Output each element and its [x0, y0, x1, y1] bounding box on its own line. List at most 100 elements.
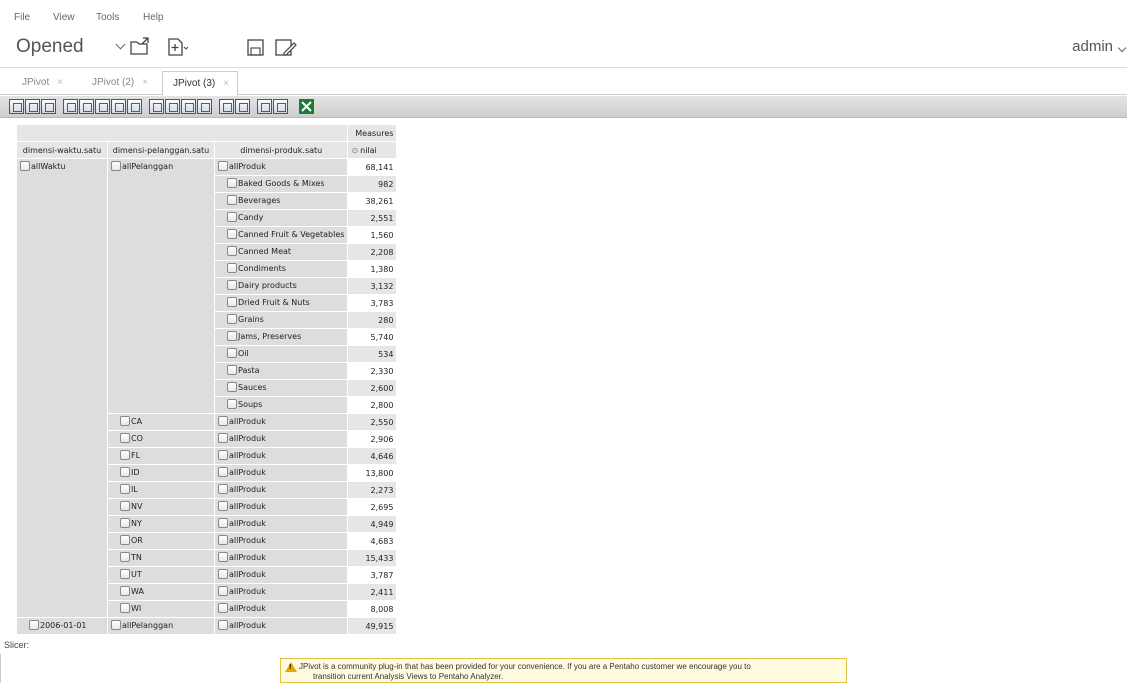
row-header-pelanggan[interactable]: allPelanggan — [108, 159, 214, 413]
row-header-produk[interactable]: allProduk — [215, 431, 348, 447]
row-header-produk[interactable]: Pasta — [215, 363, 348, 379]
menu-view[interactable]: View — [53, 12, 75, 23]
save-icon[interactable] — [245, 35, 267, 63]
row-header-produk[interactable]: Canned Meat — [215, 244, 348, 260]
expand-icon[interactable] — [218, 450, 228, 460]
expand-icon[interactable] — [120, 603, 130, 613]
row-header-produk[interactable]: Grains — [215, 312, 348, 328]
row-header-pelanggan[interactable]: allPelanggan — [108, 618, 214, 634]
expand-icon[interactable] — [218, 586, 228, 596]
expand-icon[interactable] — [227, 314, 237, 324]
expand-icon[interactable] — [218, 620, 228, 630]
row-header-pelanggan[interactable]: WI — [108, 601, 214, 617]
row-header-produk[interactable]: allProduk — [215, 550, 348, 566]
expand-icon[interactable] — [120, 484, 130, 494]
show-properties-icon[interactable] — [95, 99, 110, 114]
row-header-produk[interactable]: Beverages — [215, 193, 348, 209]
close-icon[interactable]: × — [223, 78, 229, 89]
row-header-produk[interactable]: allProduk — [215, 499, 348, 515]
tab-jpivot-2[interactable]: JPivot (2) × — [82, 71, 156, 95]
row-header-produk[interactable]: allProduk — [215, 567, 348, 583]
menu-tools[interactable]: Tools — [96, 12, 119, 23]
expand-icon[interactable] — [120, 586, 130, 596]
row-header-pelanggan[interactable]: UT — [108, 567, 214, 583]
tab-jpivot-3[interactable]: JPivot (3) × — [162, 71, 239, 96]
menu-file[interactable]: File — [14, 12, 30, 23]
new-file-icon[interactable] — [165, 35, 191, 63]
expand-icon[interactable] — [227, 246, 237, 256]
row-header-produk[interactable]: allProduk — [215, 533, 348, 549]
expand-icon[interactable] — [227, 280, 237, 290]
row-header-produk[interactable]: Dried Fruit & Nuts — [215, 295, 348, 311]
expand-icon[interactable] — [120, 518, 130, 528]
expand-icon[interactable] — [227, 178, 237, 188]
measure-nilai-header[interactable]: ⊙ nilai — [348, 142, 397, 158]
chart-config-icon[interactable] — [235, 99, 250, 114]
expand-icon[interactable] — [218, 433, 228, 443]
expand-icon[interactable] — [120, 467, 130, 477]
expand-icon[interactable] — [120, 416, 130, 426]
expand-icon[interactable] — [218, 535, 228, 545]
expand-icon[interactable] — [227, 263, 237, 273]
expand-icon[interactable] — [29, 620, 39, 630]
expand-icon[interactable] — [111, 620, 121, 630]
expand-icon[interactable] — [120, 501, 130, 511]
row-header-pelanggan[interactable]: TN — [108, 550, 214, 566]
drill-replace-icon[interactable] — [181, 99, 196, 114]
expand-icon[interactable] — [227, 399, 237, 409]
user-menu[interactable]: admin — [1072, 38, 1113, 55]
drill-through-icon[interactable] — [197, 99, 212, 114]
row-header-produk[interactable]: allProduk — [215, 618, 348, 634]
sort-options-icon[interactable] — [41, 99, 56, 114]
open-folder-icon[interactable] — [128, 35, 152, 63]
expand-icon[interactable] — [227, 365, 237, 375]
hide-spans-icon[interactable] — [79, 99, 94, 114]
drill-member-icon[interactable] — [149, 99, 164, 114]
expand-icon[interactable] — [120, 450, 130, 460]
expand-icon[interactable] — [227, 331, 237, 341]
row-header-produk[interactable]: Condiments — [215, 261, 348, 277]
expand-icon[interactable] — [227, 195, 237, 205]
tab-jpivot-1[interactable]: JPivot × — [12, 71, 71, 95]
menu-help[interactable]: Help — [143, 12, 164, 23]
row-header-produk[interactable]: Dairy products — [215, 278, 348, 294]
print-pdf-icon[interactable] — [273, 99, 288, 114]
expand-icon[interactable] — [218, 467, 228, 477]
expand-icon[interactable] — [218, 603, 228, 613]
cube-navigator-icon[interactable] — [9, 99, 24, 114]
expand-icon[interactable] — [218, 501, 228, 511]
chevron-down-icon[interactable] — [115, 39, 126, 50]
expand-icon[interactable] — [120, 433, 130, 443]
row-header-produk[interactable]: Soups — [215, 397, 348, 413]
expand-icon[interactable] — [218, 569, 228, 579]
expand-icon[interactable] — [120, 552, 130, 562]
row-header-pelanggan[interactable]: ID — [108, 465, 214, 481]
drill-position-icon[interactable] — [165, 99, 180, 114]
row-header-pelanggan[interactable]: IL — [108, 482, 214, 498]
row-header-produk[interactable]: Canned Fruit & Vegetables — [215, 227, 348, 243]
row-header-produk[interactable]: Oil — [215, 346, 348, 362]
swap-axes-icon[interactable] — [127, 99, 142, 114]
row-header-pelanggan[interactable]: OR — [108, 533, 214, 549]
row-header-waktu[interactable]: allWaktu — [17, 159, 107, 617]
row-header-produk[interactable]: allProduk — [215, 414, 348, 430]
row-header-produk[interactable]: allProduk — [215, 584, 348, 600]
expand-icon[interactable] — [218, 518, 228, 528]
expand-icon[interactable] — [227, 297, 237, 307]
expand-icon[interactable] — [227, 382, 237, 392]
expand-icon[interactable] — [120, 535, 130, 545]
perspective-switcher[interactable]: Opened — [16, 36, 84, 58]
suppress-empty-icon[interactable] — [111, 99, 126, 114]
expand-icon[interactable] — [218, 416, 228, 426]
row-header-produk[interactable]: allProduk — [215, 601, 348, 617]
row-header-pelanggan[interactable]: NV — [108, 499, 214, 515]
mdx-editor-icon[interactable] — [25, 99, 40, 114]
row-header-produk[interactable]: allProduk — [215, 448, 348, 464]
expand-icon[interactable] — [218, 484, 228, 494]
expand-icon[interactable] — [218, 161, 228, 171]
row-header-pelanggan[interactable]: WA — [108, 584, 214, 600]
expand-icon[interactable] — [120, 569, 130, 579]
row-header-pelanggan[interactable]: NY — [108, 516, 214, 532]
expand-icon[interactable] — [227, 229, 237, 239]
expand-icon[interactable] — [227, 348, 237, 358]
